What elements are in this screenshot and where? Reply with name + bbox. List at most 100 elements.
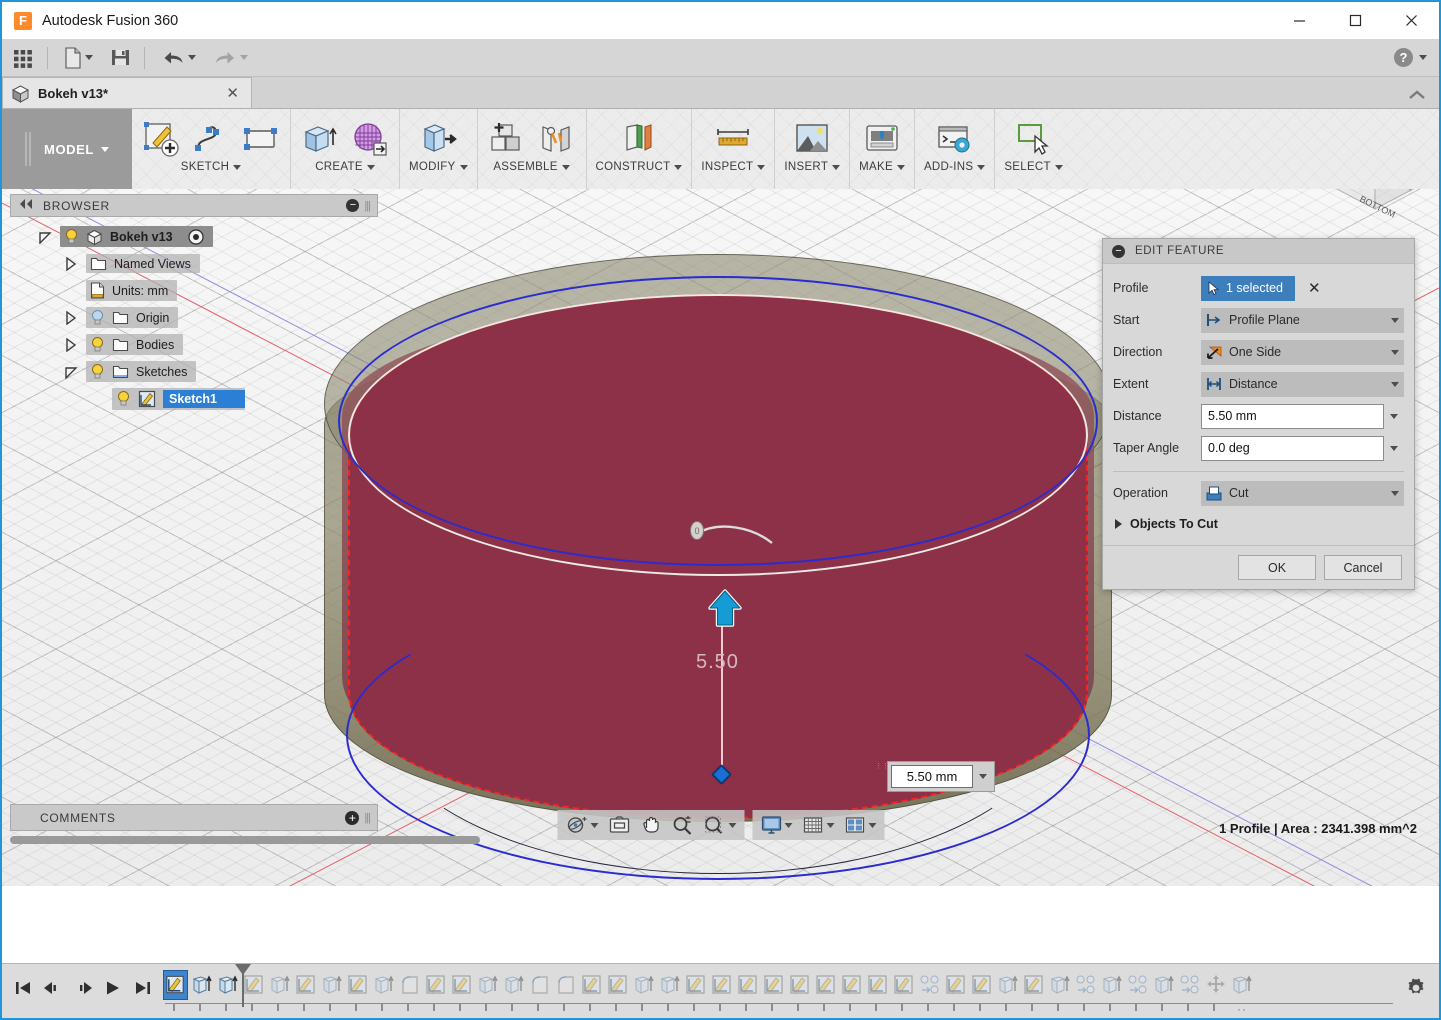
timeline-feature-extrude[interactable]	[631, 970, 656, 1000]
expander-collapsed-icon[interactable]	[60, 338, 82, 352]
maximize-button[interactable]	[1327, 2, 1383, 39]
tree-row-bodies[interactable]: Bodies	[10, 331, 378, 358]
distance-field[interactable]: 5.50 mm	[1201, 404, 1384, 429]
clear-selection-icon[interactable]: ✕	[1308, 279, 1321, 297]
go-to-beginning-button[interactable]	[10, 973, 35, 1003]
collapse-panel-icon[interactable]	[18, 199, 34, 212]
ribbon-group-label-addins[interactable]: ADD-INS	[924, 161, 985, 173]
timeline-feature-extrude[interactable]	[995, 970, 1020, 1000]
timeline-feature-extrude[interactable]	[1099, 970, 1124, 1000]
timeline-feature-sketch[interactable]	[839, 970, 864, 1000]
timeline-track[interactable]: ··	[163, 968, 1393, 1016]
tree-chip[interactable]: Sketch1	[112, 388, 245, 410]
timeline-feature-sketch[interactable]	[735, 970, 760, 1000]
timeline-feature-sketch[interactable]	[709, 970, 734, 1000]
timeline-feature-pattern[interactable]	[1177, 970, 1202, 1000]
timeline-feature-sketch[interactable]	[605, 970, 630, 1000]
add-comment-icon[interactable]: +	[345, 811, 359, 825]
minimize-button[interactable]	[1271, 2, 1327, 39]
timeline-feature-pattern[interactable]	[917, 970, 942, 1000]
expander-collapsed-icon[interactable]	[60, 311, 82, 325]
timeline-feature-sketch[interactable]	[449, 970, 474, 1000]
profile-selection-button[interactable]: 1 selected	[1201, 276, 1295, 301]
measure-icon[interactable]	[713, 119, 753, 159]
tree-row-sketch1[interactable]: Sketch1	[10, 385, 378, 412]
timeline-feature-sketch[interactable]	[293, 970, 318, 1000]
3d-print-icon[interactable]	[862, 119, 902, 159]
chevron-down-icon[interactable]	[1384, 414, 1404, 419]
dialog-header[interactable]: − EDIT FEATURE	[1103, 239, 1414, 264]
distance-input[interactable]	[891, 765, 973, 788]
rotation-handle[interactable]: 0	[690, 521, 790, 581]
create-sketch-icon[interactable]	[141, 119, 181, 159]
extrude-icon[interactable]	[300, 119, 340, 159]
ribbon-group-label-modify[interactable]: MODIFY	[409, 161, 468, 173]
orbit-button[interactable]	[561, 812, 602, 838]
timeline-feature-sketch[interactable]	[761, 970, 786, 1000]
rectangle-icon[interactable]	[241, 119, 281, 159]
document-tab-bokeh[interactable]: Bokeh v13* ✕	[2, 77, 252, 108]
timeline-feature-sketch[interactable]	[423, 970, 448, 1000]
timeline-feature-extrude[interactable]	[657, 970, 682, 1000]
close-icon[interactable]: ✕	[222, 84, 243, 102]
timeline-feature-extrude[interactable]	[1151, 970, 1176, 1000]
help-menu[interactable]: ?	[1394, 48, 1427, 67]
workspace-switcher-model[interactable]: MODEL	[2, 109, 132, 189]
timeline-feature-sketch[interactable]	[1021, 970, 1046, 1000]
undo-button[interactable]	[154, 42, 203, 74]
timeline-feature-sketch[interactable]	[969, 970, 994, 1000]
collapse-ribbon-button[interactable]	[1407, 88, 1427, 108]
extent-dropdown[interactable]: Distance	[1201, 372, 1404, 397]
scripts-addins-icon[interactable]	[935, 119, 975, 159]
expander-collapsed-icon[interactable]	[1115, 519, 1122, 529]
viewcube[interactable]: FRONT RIGHT BOTTOM	[1315, 189, 1435, 227]
select-window-icon[interactable]	[1014, 119, 1054, 159]
chevron-down-icon[interactable]	[1384, 446, 1404, 451]
tree-row-named-views[interactable]: Named Views	[10, 250, 378, 277]
activate-component-icon[interactable]	[188, 229, 204, 245]
timeline-feature-sketch[interactable]	[813, 970, 838, 1000]
timeline-settings-gear[interactable]	[1393, 968, 1439, 1008]
timeline-feature-fillet[interactable]	[527, 970, 552, 1000]
objects-to-cut-section[interactable]: Objects To Cut	[1113, 509, 1404, 539]
grid-snaps-button[interactable]	[798, 812, 838, 838]
horizontal-scrollbar[interactable]	[10, 836, 480, 844]
timeline-feature-move[interactable]	[1203, 970, 1228, 1000]
tree-chip[interactable]: Sketches	[86, 361, 196, 382]
display-settings-button[interactable]	[756, 812, 796, 838]
expander-expanded-icon[interactable]	[34, 230, 56, 244]
tree-chip[interactable]: Bodies	[86, 334, 183, 355]
visibility-bulb-icon[interactable]	[116, 390, 131, 407]
comments-panel[interactable]: COMMENTS + |||	[10, 804, 378, 831]
timeline-feature-extrude[interactable]	[189, 970, 214, 1000]
timeline-feature-extrude[interactable]	[501, 970, 526, 1000]
timeline-feature-sketch[interactable]	[891, 970, 916, 1000]
pan-button[interactable]	[636, 812, 665, 838]
collapse-dialog-icon[interactable]: −	[1112, 245, 1125, 258]
taper-angle-field[interactable]: 0.0 deg	[1201, 436, 1384, 461]
timeline-feature-extrude[interactable]	[1047, 970, 1072, 1000]
timeline-feature-extrude[interactable]	[319, 970, 344, 1000]
extrude-manipulator[interactable]: 0 5.50	[700, 589, 750, 789]
timeline-feature-sketch[interactable]	[579, 970, 604, 1000]
visibility-bulb-icon[interactable]	[90, 336, 105, 353]
timeline-feature-extrude[interactable]	[267, 970, 292, 1000]
manipulator-arrow-icon[interactable]	[702, 589, 748, 634]
tree-row-sketches[interactable]: Sketches	[10, 358, 378, 385]
start-dropdown[interactable]: Profile Plane	[1201, 308, 1404, 333]
app-grid-button[interactable]	[5, 42, 41, 74]
press-pull-icon[interactable]	[418, 119, 458, 159]
timeline-feature-sketch[interactable]	[683, 970, 708, 1000]
look-at-button[interactable]	[604, 812, 634, 838]
spline-icon[interactable]	[191, 119, 231, 159]
joint-icon[interactable]	[537, 119, 577, 159]
timeline-feature-sketch[interactable]	[865, 970, 890, 1000]
panel-grip-icon[interactable]: |||	[364, 200, 370, 212]
manipulator-origin-point[interactable]	[711, 764, 732, 785]
edit-feature-dialog[interactable]: − EDIT FEATURE Profile 1 selected ✕	[1102, 238, 1415, 590]
tree-chip[interactable]: Named Views	[86, 254, 200, 273]
ribbon-group-label-select[interactable]: SELECT	[1004, 161, 1063, 173]
visibility-bulb-icon[interactable]	[64, 228, 79, 245]
go-to-end-button[interactable]	[130, 973, 155, 1003]
timeline-feature-extrude[interactable]	[1229, 970, 1254, 1000]
